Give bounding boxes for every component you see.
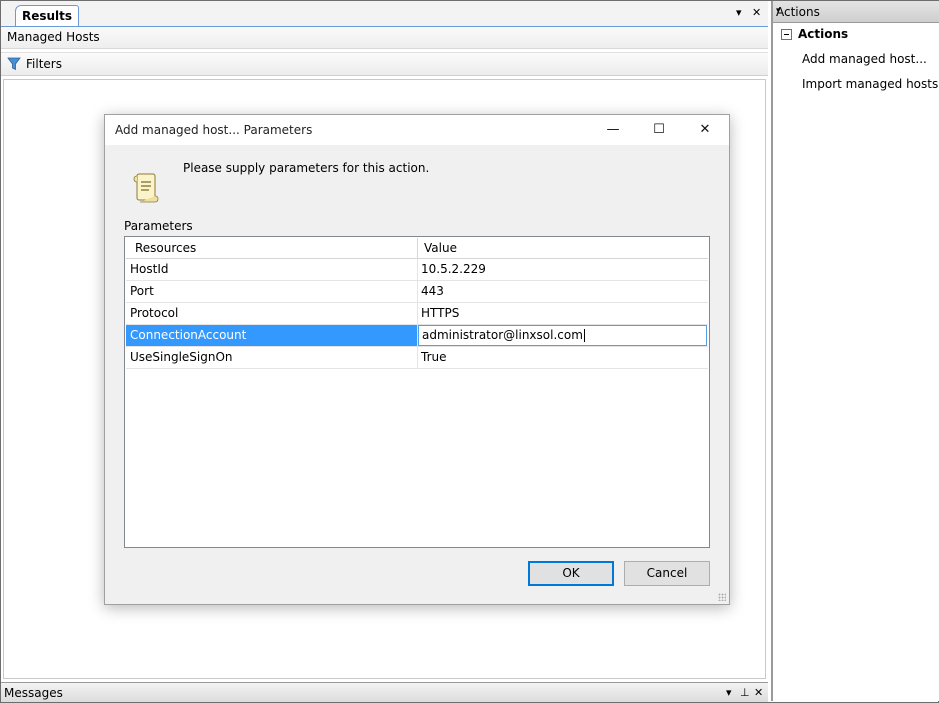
actions-pane: Actions ▾ Actions Add managed host... Im… [771, 1, 939, 701]
parameters-label: Parameters [124, 219, 193, 233]
column-separator[interactable] [417, 238, 418, 258]
actions-header: Actions ▾ [773, 1, 939, 23]
table-row-selected[interactable]: ConnectionAccount administrator@linxsol.… [126, 325, 708, 347]
param-name: ConnectionAccount [126, 325, 418, 346]
results-header: Managed Hosts [1, 27, 768, 49]
dialog-titlebar[interactable]: Add managed host... Parameters — ☐ ✕ [105, 115, 729, 145]
table-row[interactable]: Port 443 [126, 281, 708, 303]
messages-close-icon[interactable]: ✕ [754, 686, 763, 699]
results-tabstrip: Results ▾ ✕ [1, 1, 768, 27]
parameters-grid: Resources Value HostId 10.5.2.229 Port 4… [124, 236, 710, 548]
pane-close-icon[interactable]: ✕ [752, 7, 761, 19]
filters-button[interactable]: Filters [26, 57, 62, 71]
param-name: Port [126, 281, 418, 302]
actions-dropdown-icon[interactable]: ▾ [776, 6, 937, 16]
param-value-editor[interactable]: administrator@linxsol.com [418, 325, 707, 346]
pane-dropdown-icon[interactable]: ▾ [736, 7, 742, 19]
param-name: UseSingleSignOn [126, 347, 418, 368]
scroll-icon [133, 173, 159, 203]
actions-group: Actions [773, 25, 939, 45]
minimize-icon[interactable]: — [603, 121, 623, 139]
results-title: Managed Hosts [7, 30, 100, 44]
dialog-title: Add managed host... Parameters [115, 123, 313, 137]
messages-dropdown-icon[interactable]: ▾ [726, 686, 732, 699]
filter-bar: Filters [1, 52, 768, 76]
messages-bar: Messages ▾ ⊥ ✕ [1, 682, 768, 702]
parameters-dialog: Add managed host... Parameters — ☐ ✕ Ple… [104, 114, 730, 605]
grid-header: Resources Value [126, 238, 708, 259]
action-add-managed-host[interactable]: Add managed host... [802, 52, 927, 66]
maximize-icon[interactable]: ☐ [649, 121, 669, 139]
tab-results[interactable]: Results [15, 5, 79, 26]
filter-icon[interactable] [7, 57, 21, 71]
param-name: HostId [126, 259, 418, 280]
table-row[interactable]: HostId 10.5.2.229 [126, 259, 708, 281]
column-header-resources[interactable]: Resources [135, 241, 196, 255]
actions-group-label[interactable]: Actions [798, 27, 848, 41]
close-icon[interactable]: ✕ [695, 121, 715, 139]
collapse-icon[interactable] [781, 29, 792, 40]
param-value[interactable]: True [418, 347, 707, 368]
ok-button[interactable]: OK [528, 561, 614, 586]
messages-label[interactable]: Messages [4, 686, 63, 700]
dialog-prompt: Please supply parameters for this action… [183, 161, 430, 175]
param-value-text: administrator@linxsol.com [422, 328, 583, 342]
action-import-managed-hosts[interactable]: Import managed hosts... [802, 77, 939, 91]
cancel-button[interactable]: Cancel [624, 561, 710, 586]
messages-pin-icon[interactable]: ⊥ [740, 686, 750, 699]
table-row[interactable]: UseSingleSignOn True [126, 347, 708, 369]
param-value[interactable]: 443 [418, 281, 707, 302]
param-value[interactable]: 10.5.2.229 [418, 259, 707, 280]
column-header-value[interactable]: Value [424, 241, 457, 255]
resize-grip-icon[interactable] [718, 593, 726, 601]
param-value[interactable]: HTTPS [418, 303, 707, 324]
param-name: Protocol [126, 303, 418, 324]
table-row[interactable]: Protocol HTTPS [126, 303, 708, 325]
text-caret [583, 329, 585, 342]
